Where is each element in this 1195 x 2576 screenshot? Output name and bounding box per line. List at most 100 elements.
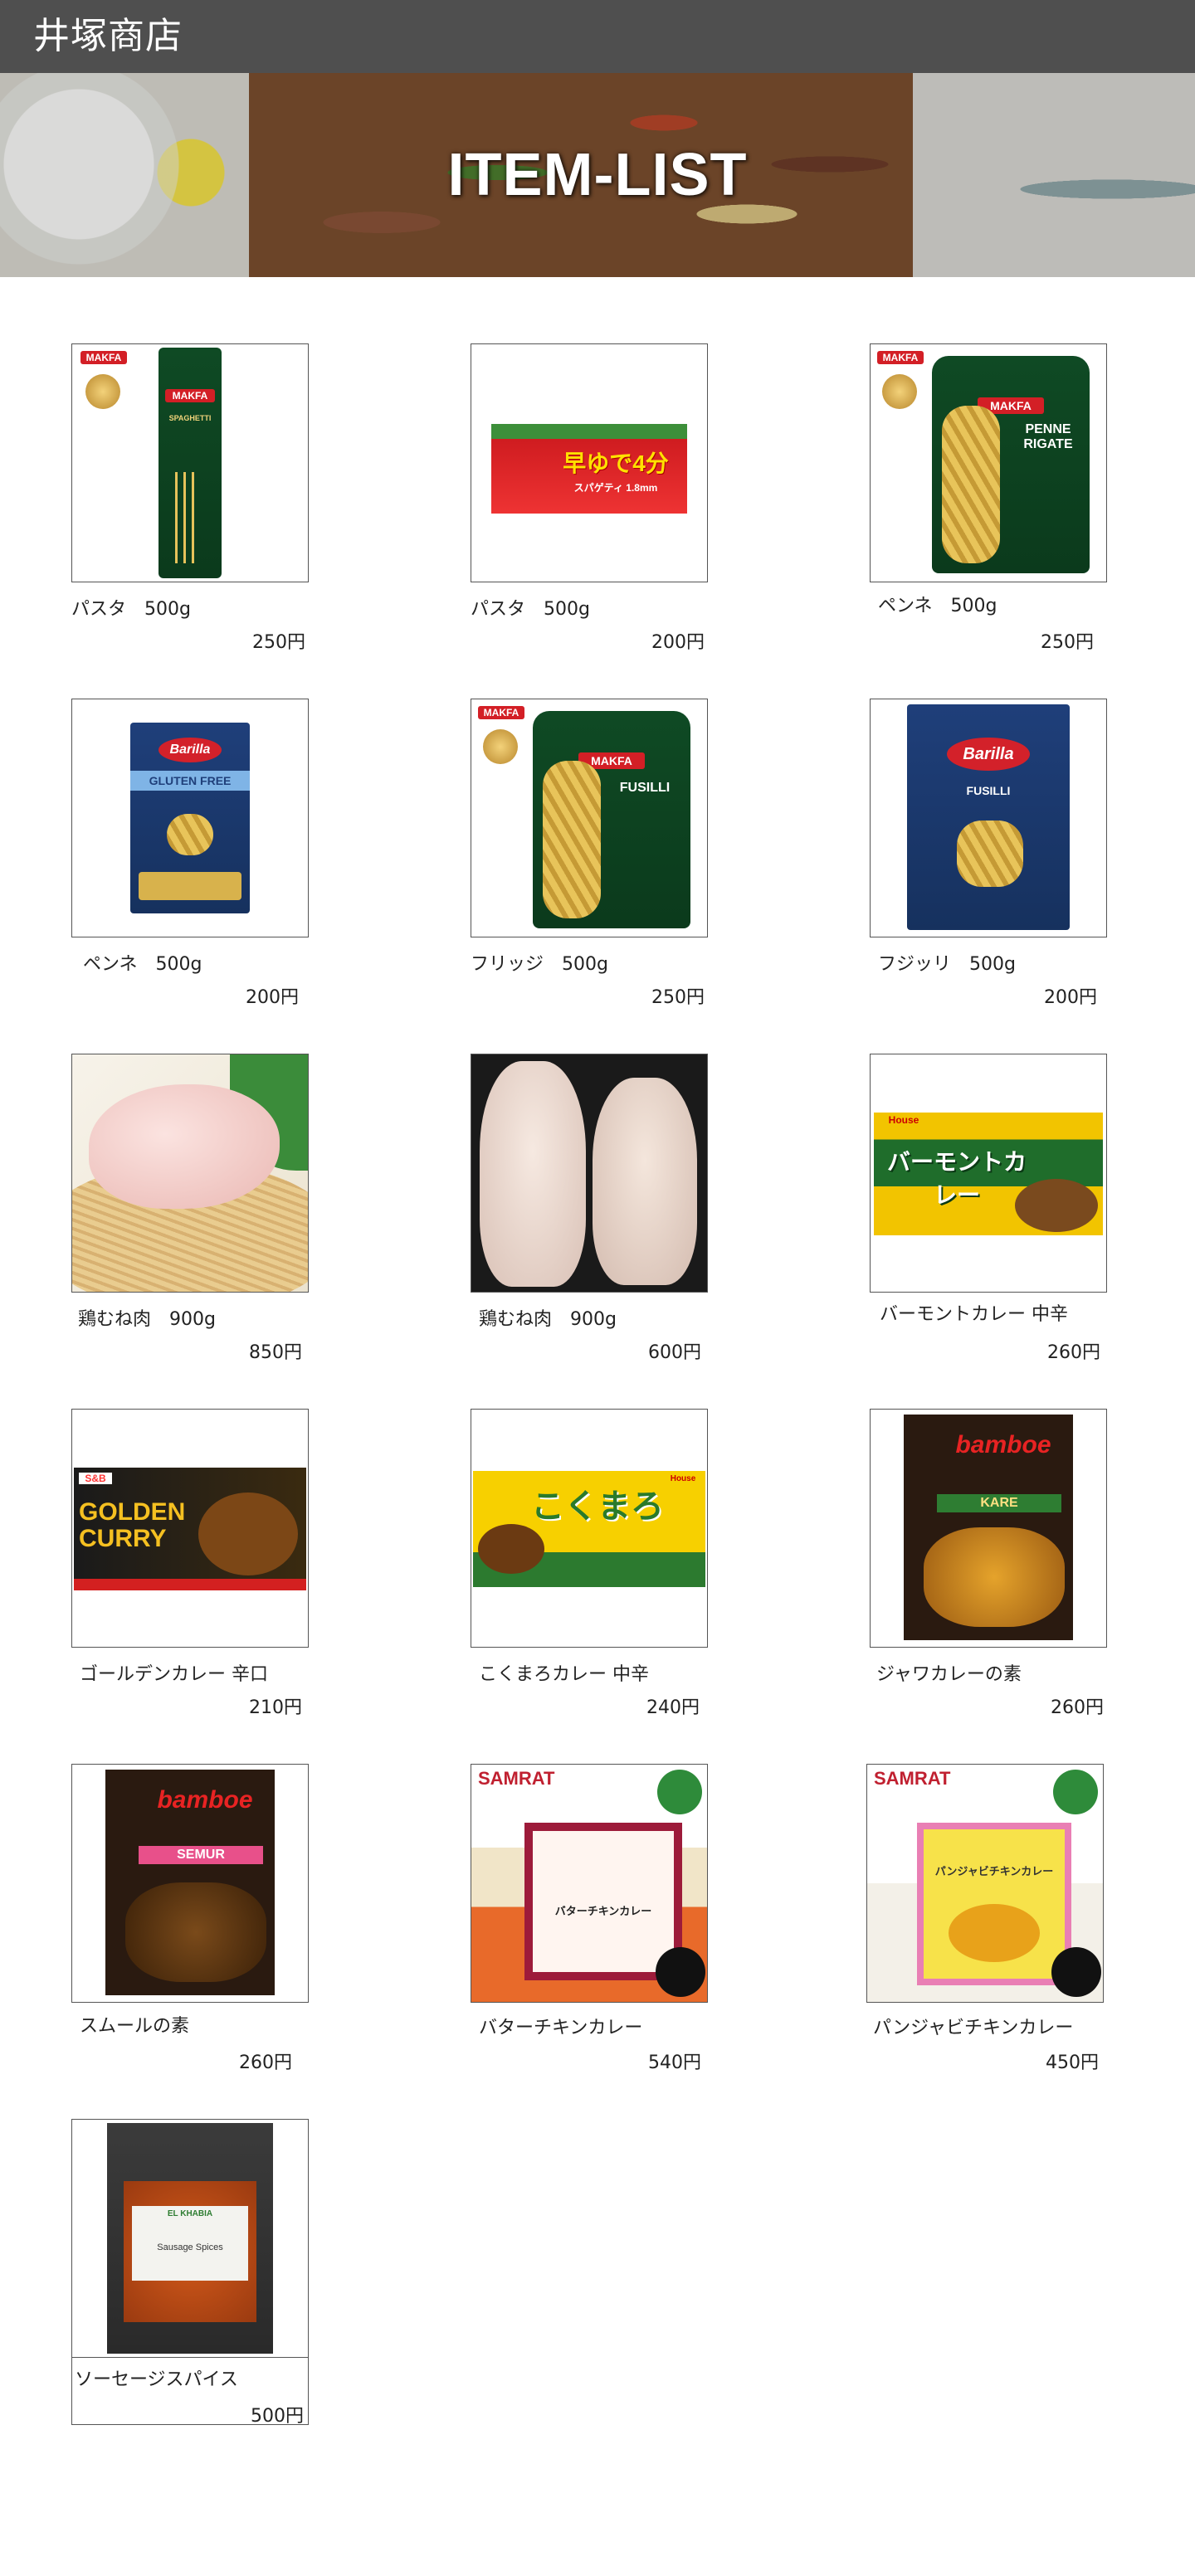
sausage-spice-package: EL KHABIA Sausage Spices (107, 2123, 273, 2354)
product-name: フジッリ 500g (878, 954, 1016, 975)
product-name: ゴールデンカレー 辛口 (80, 1664, 268, 1685)
product-card-2[interactable]: 早ゆで4分 スパゲティ 1.8mm パスタ 500g 200円 (471, 343, 711, 684)
pasta-window (139, 872, 241, 900)
package-product: GLUTEN FREE (130, 771, 250, 791)
bamboe-semur-package: bamboe SEMUR (105, 1770, 275, 1995)
product-image[interactable] (71, 1054, 309, 1293)
product-card-8[interactable]: 鶏むね肉 900g 600円 (471, 1054, 711, 1394)
product-card-6[interactable]: Barilla FUSILLI フジッリ 500g 200円 (870, 699, 1110, 1039)
package-product: FUSILLI (966, 784, 1011, 797)
product-card-10[interactable]: S&B GOLDEN CURRY ゴールデンカレー 辛口 210円 (71, 1409, 312, 1749)
product-name: バターチキンカレー (479, 2018, 643, 2038)
package-brand: EL KHABIA (167, 2209, 213, 2218)
product-card-1[interactable]: MAKFA MAKFA SPAGHETTI パスタ 500g 250円 (71, 343, 312, 684)
product-image[interactable]: SAMRAT パンジャビチキンカレー (866, 1764, 1104, 2003)
package-product: Sausage Spices (157, 2242, 223, 2252)
package-brand: House (888, 1114, 919, 1126)
curry-bowl (949, 1904, 1040, 1962)
penne-package: MAKFA PENNE RIGATE (932, 356, 1090, 573)
product-image[interactable]: S&B GOLDEN CURRY (71, 1409, 309, 1648)
product-price: 540円 (648, 2053, 701, 2073)
product-name: パスタ 500g (471, 599, 590, 620)
product-price: 250円 (1041, 632, 1094, 653)
product-card-13[interactable]: bamboe SEMUR スムールの素 260円 (71, 1764, 312, 2104)
package-product: パンジャビチキンカレー (934, 1865, 1054, 1877)
package-brand: SAMRAT (874, 1768, 951, 1789)
product-name: パンジャビチキンカレー (873, 2018, 1074, 2038)
product-price: 260円 (1047, 1342, 1100, 1363)
product-card-5[interactable]: MAKFA MAKFA FUSILLI フリッジ 500g 250円 (471, 699, 711, 1039)
product-price: 250円 (252, 632, 305, 653)
product-image[interactable]: MAKFA MAKFA SPAGHETTI (71, 343, 309, 582)
product-card-4[interactable]: Barilla GLUTEN FREE ペンネ 500g 200円 (71, 699, 312, 1039)
vermont-box: House バーモントカレー (874, 1113, 1103, 1235)
package-product: バターチキンカレー (554, 1905, 652, 1917)
package-product: PENNE RIGATE (1023, 422, 1073, 451)
barilla-fusilli-package: Barilla FUSILLI (907, 704, 1070, 930)
product-card-15[interactable]: SAMRAT パンジャビチキンカレー パンジャビチキンカレー 450円 (866, 1764, 1107, 2104)
barilla-gf-package: Barilla GLUTEN FREE (130, 723, 250, 913)
product-image[interactable]: House バーモントカレー (870, 1054, 1107, 1293)
spaghetti-package: MAKFA SPAGHETTI (159, 348, 222, 578)
fusilli-pasta (957, 821, 1023, 887)
product-name: ジャワカレーの素 (876, 1664, 1022, 1685)
semur-dish (125, 1882, 266, 1982)
curry-plate (198, 1493, 298, 1575)
package-brand: bamboe (157, 1786, 253, 1814)
product-image[interactable]: Barilla GLUTEN FREE (71, 699, 309, 937)
brand-label: MAKFA (80, 351, 127, 364)
fusilli-package: MAKFA FUSILLI (533, 711, 690, 928)
product-card-7[interactable]: 鶏むね肉 900g 850円 (71, 1054, 312, 1394)
product-card-3[interactable]: MAKFA MAKFA PENNE RIGATE ペンネ 500g 250円 (870, 343, 1110, 684)
product-image[interactable]: House こくまろ (471, 1409, 708, 1648)
brand-label: MAKFA (877, 351, 924, 364)
product-image[interactable]: bamboe SEMUR (71, 1764, 309, 2003)
product-price: 260円 (239, 2053, 292, 2073)
bamboe-kare-package: bamboe KARE (904, 1415, 1073, 1640)
product-card-11[interactable]: House こくまろ こくまろカレー 中辛 240円 (471, 1409, 711, 1749)
package-product: GOLDEN CURRY (79, 1498, 186, 1552)
product-image[interactable] (471, 1054, 708, 1293)
chicken-breast (89, 1084, 280, 1209)
spaghetti-strand (175, 472, 178, 563)
halal-icon (1053, 1770, 1098, 1814)
product-price: 200円 (246, 987, 299, 1008)
product-image[interactable]: Barilla FUSILLI (870, 699, 1107, 937)
package-product: FUSILLI (619, 781, 671, 795)
package-brand: 早ゆで4分 (563, 450, 669, 476)
package-brand: SAMRAT (478, 1768, 555, 1789)
product-name: ペンネ 500g (878, 596, 997, 616)
product-image[interactable]: MAKFA MAKFA PENNE RIGATE (870, 343, 1107, 582)
site-header: 井塚商店 (0, 0, 1195, 73)
kokumaro-box: House こくまろ (473, 1471, 705, 1587)
store-name[interactable]: 井塚商店 (33, 12, 183, 61)
product-card-14[interactable]: SAMRAT バターチキンカレー バターチキンカレー 540円 (471, 1764, 711, 2104)
product-card-12[interactable]: bamboe KARE ジャワカレーの素 260円 (870, 1409, 1110, 1749)
spaghetti-strand (183, 472, 186, 563)
product-card-16[interactable]: EL KHABIA Sausage Spices ソーセージスパイス 500円 (71, 2119, 312, 2459)
package-product: SPAGHETTI (168, 414, 212, 422)
product-name: パスタ 500g (71, 599, 191, 620)
product-card-9[interactable]: House バーモントカレー バーモントカレー 中辛 260円 (870, 1054, 1110, 1394)
medal-icon (85, 374, 120, 409)
penne-pasta (942, 406, 1000, 563)
curry-dish (924, 1527, 1065, 1627)
package-band (491, 424, 687, 439)
product-name: 鶏むね肉 900g (78, 1309, 216, 1330)
package-product: こくまろ (531, 1488, 664, 1525)
product-image[interactable]: EL KHABIA Sausage Spices (71, 2119, 309, 2358)
product-image[interactable]: 早ゆで4分 スパゲティ 1.8mm (471, 343, 708, 582)
package-brand: bamboe (955, 1431, 1051, 1458)
product-price: 210円 (249, 1697, 302, 1718)
product-image[interactable]: MAKFA MAKFA FUSILLI (471, 699, 708, 937)
package-product: スパゲティ 1.8mm (573, 482, 658, 494)
product-price: 250円 (651, 987, 705, 1008)
package-band (74, 1579, 306, 1590)
product-image[interactable]: SAMRAT バターチキンカレー (471, 1764, 708, 2003)
product-name: こくまろカレー 中辛 (479, 1664, 649, 1685)
fusilli-pasta (543, 761, 601, 918)
penne-pasta (167, 814, 213, 855)
product-price: 240円 (646, 1697, 700, 1718)
package-product: SEMUR (139, 1846, 263, 1864)
product-image[interactable]: bamboe KARE (870, 1409, 1107, 1648)
